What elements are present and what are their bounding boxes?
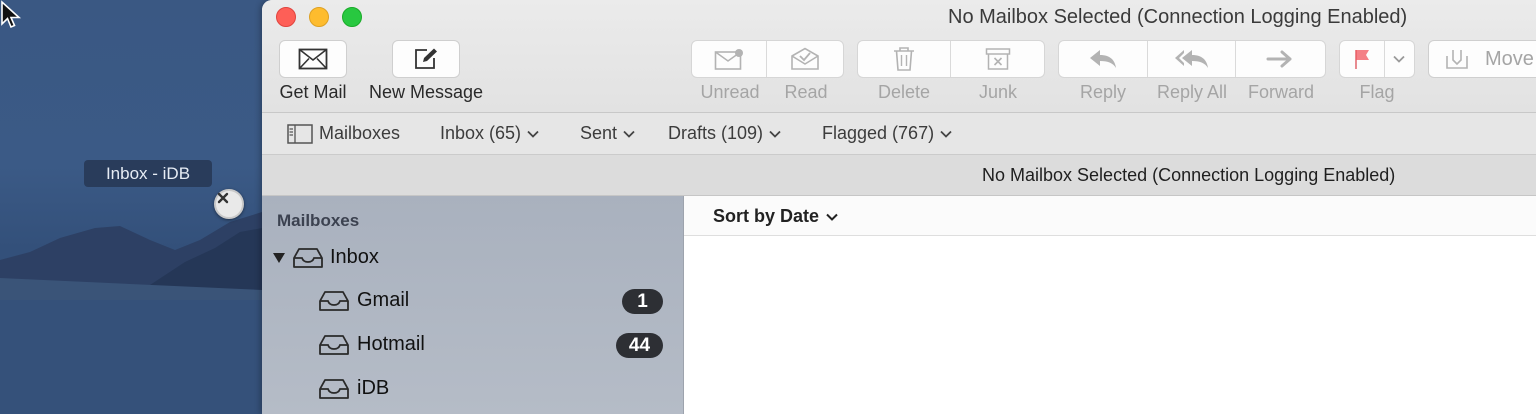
inbox-tray-icon bbox=[319, 378, 349, 399]
sidebar-toggle-icon bbox=[287, 123, 313, 144]
new-message-label: New Message bbox=[368, 82, 484, 102]
message-list[interactable]: Sort by Date bbox=[684, 196, 1536, 414]
unread-envelope-icon bbox=[714, 49, 743, 70]
unread-button[interactable] bbox=[692, 41, 768, 77]
delete-button[interactable] bbox=[858, 41, 951, 77]
sidebar-idb-label: iDB bbox=[357, 377, 390, 399]
sidebar-item-idb[interactable]: iDB bbox=[318, 377, 389, 400]
favorites-inbox-button[interactable]: Inbox (65) bbox=[440, 123, 539, 144]
get-mail-button[interactable] bbox=[279, 40, 347, 78]
favorites-flagged-label: Flagged (767) bbox=[822, 123, 935, 143]
sidebar-item-inbox[interactable]: Inbox bbox=[272, 246, 379, 269]
sidebar-gmail-label: Gmail bbox=[357, 289, 410, 311]
junk-bin-icon bbox=[985, 48, 1010, 70]
chevron-down-icon bbox=[826, 213, 838, 221]
reply-arrow-icon bbox=[1090, 50, 1117, 68]
minimize-window-button[interactable] bbox=[309, 7, 329, 27]
zoom-window-button[interactable] bbox=[342, 7, 362, 27]
move-tray-icon bbox=[1446, 50, 1468, 69]
move-label: Move bbox=[1485, 47, 1534, 70]
sidebar-hotmail-label: Hotmail bbox=[357, 333, 425, 355]
junk-button[interactable] bbox=[951, 41, 1044, 77]
sidebar-item-hotmail[interactable]: Hotmail bbox=[318, 333, 425, 356]
inbox-tray-icon bbox=[293, 247, 323, 268]
forward-button[interactable] bbox=[1236, 41, 1325, 77]
junk-label: Junk bbox=[978, 82, 1018, 102]
chevron-down-icon bbox=[527, 130, 539, 138]
sort-by-date-button[interactable]: Sort by Date bbox=[713, 206, 838, 227]
message-viewer-header: No Mailbox Selected (Connection Logging … bbox=[262, 155, 1536, 196]
favorites-inbox-label: Inbox (65) bbox=[440, 123, 522, 143]
favorites-sent-label: Sent bbox=[580, 123, 618, 143]
drag-remove-icon bbox=[214, 189, 244, 219]
sidebar-heading: Mailboxes bbox=[277, 211, 360, 230]
envelope-icon bbox=[298, 48, 328, 70]
inbox-tray-icon bbox=[319, 290, 349, 311]
get-mail-label: Get Mail bbox=[279, 82, 347, 102]
chevron-down-icon bbox=[940, 130, 952, 138]
flag-icon bbox=[1354, 50, 1369, 69]
sidebar-inbox-label: Inbox bbox=[330, 246, 379, 268]
flag-menu-button[interactable] bbox=[1385, 41, 1414, 77]
favorites-flagged-button[interactable]: Flagged (767) bbox=[822, 123, 952, 144]
favorites-sent-button[interactable]: Sent bbox=[580, 123, 635, 144]
reply-all-label: Reply All bbox=[1156, 82, 1228, 102]
message-viewer-status: No Mailbox Selected (Connection Logging … bbox=[982, 165, 1396, 185]
favorites-drafts-label: Drafts (109) bbox=[668, 123, 764, 143]
unread-label: Unread bbox=[700, 82, 760, 102]
flag-group bbox=[1339, 40, 1415, 78]
reply-label: Reply bbox=[1079, 82, 1127, 102]
read-envelope-icon bbox=[791, 47, 819, 70]
window-title: No Mailbox Selected (Connection Logging … bbox=[948, 6, 1408, 28]
mail-window: No Mailbox Selected (Connection Logging … bbox=[262, 0, 1536, 414]
chevron-down-icon bbox=[769, 130, 781, 138]
forward-label: Forward bbox=[1247, 82, 1314, 102]
favorites-mailboxes-button[interactable]: Mailboxes bbox=[287, 123, 400, 144]
chevron-down-icon bbox=[623, 130, 635, 138]
reply-all-button[interactable] bbox=[1148, 41, 1236, 77]
compose-icon bbox=[415, 48, 437, 69]
chevron-down-icon bbox=[1393, 55, 1406, 63]
cursor-arrow-icon bbox=[1, 0, 22, 29]
toolbar: No Mailbox Selected (Connection Logging … bbox=[262, 0, 1536, 113]
read-status-group bbox=[691, 40, 844, 78]
sort-bar: Sort by Date bbox=[684, 196, 1536, 236]
inbox-tray-icon bbox=[319, 334, 349, 355]
delete-junk-group bbox=[857, 40, 1045, 78]
mailbox-sidebar: Mailboxes Inbox Gmail 1 Hotmail 44 iDB bbox=[262, 196, 684, 414]
move-button[interactable]: Move bbox=[1428, 40, 1536, 78]
read-button[interactable] bbox=[767, 41, 843, 77]
favorites-drafts-button[interactable]: Drafts (109) bbox=[668, 123, 781, 144]
reply-forward-group bbox=[1058, 40, 1326, 78]
unread-count-badge: 1 bbox=[622, 289, 663, 314]
disclosure-triangle-icon[interactable] bbox=[272, 251, 286, 265]
reply-all-arrow-icon bbox=[1174, 50, 1208, 68]
close-window-button[interactable] bbox=[276, 7, 296, 27]
favorites-mailboxes-label: Mailboxes bbox=[319, 123, 401, 143]
reply-button[interactable] bbox=[1059, 41, 1149, 77]
new-message-button[interactable] bbox=[392, 40, 460, 78]
favorites-bar: Mailboxes Inbox (65) Sent Drafts (109) F… bbox=[262, 113, 1536, 155]
sort-by-date-label: Sort by Date bbox=[713, 206, 820, 226]
forward-arrow-icon bbox=[1266, 50, 1292, 68]
flag-button[interactable] bbox=[1340, 41, 1385, 77]
sidebar-item-gmail[interactable]: Gmail bbox=[318, 289, 409, 312]
read-label: Read bbox=[784, 82, 828, 102]
trash-icon bbox=[894, 47, 914, 71]
dragged-mailbox-label: Inbox - iDB bbox=[84, 160, 212, 187]
flag-label: Flag bbox=[1359, 82, 1395, 102]
delete-label: Delete bbox=[877, 82, 931, 102]
unread-count-badge: 44 bbox=[616, 333, 663, 358]
